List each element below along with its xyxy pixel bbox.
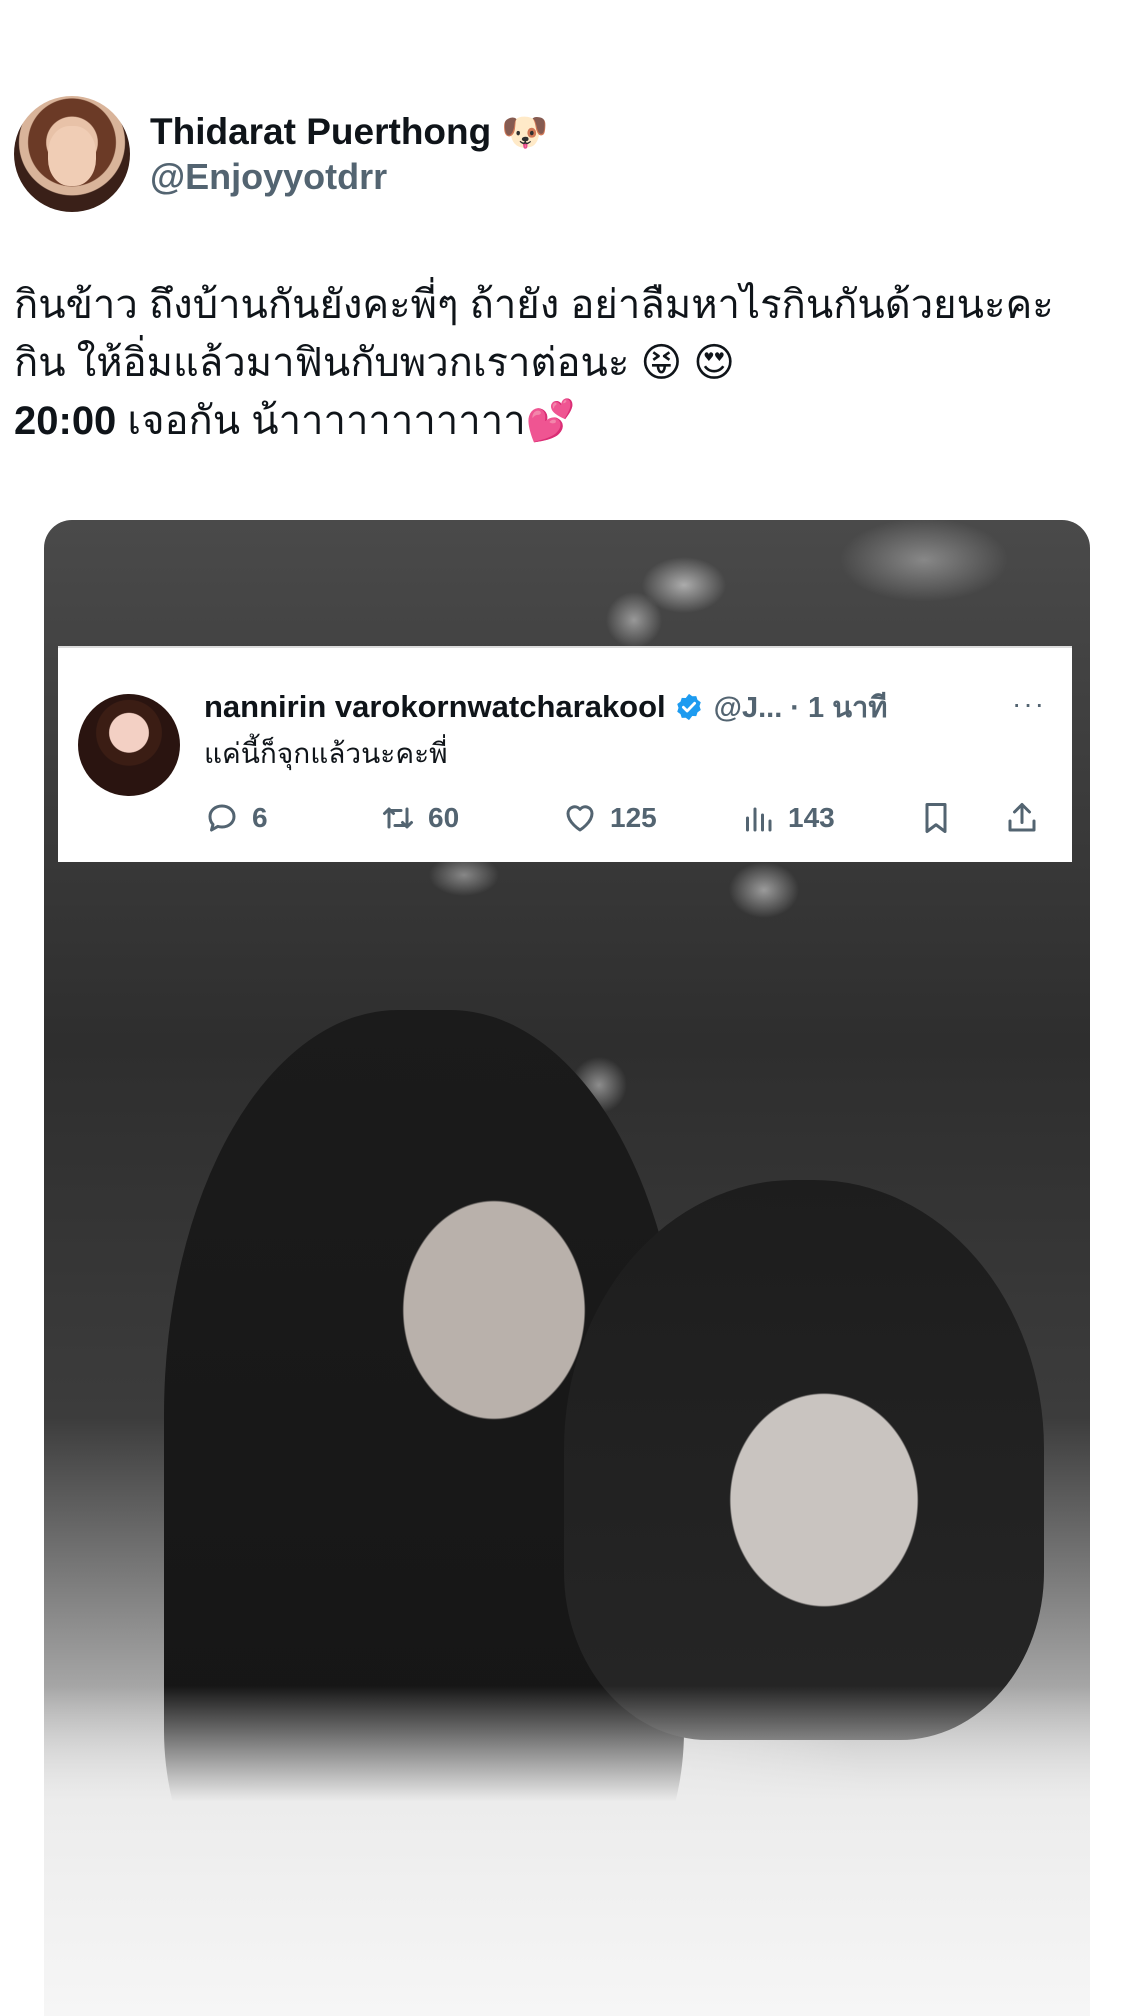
tweet-line-3: 20:00 เจอกัน น้าาาาาาาาาาา💕 <box>14 392 1124 450</box>
reply-icon <box>208 804 236 832</box>
photo-person-right <box>564 1180 1044 1740</box>
tweet-time-text: 20:00 <box>14 399 117 443</box>
reply-count: 6 <box>252 802 268 833</box>
views-action: 143 <box>740 800 835 836</box>
tweet-line-2: กิน ให้อิ่มแล้วมาฟินกับพวกเราต่อนะ 😝 😍 <box>14 334 1124 392</box>
squinting-tongue-emoji-icon: 😝 <box>640 340 683 386</box>
verified-badge-icon <box>676 693 701 721</box>
tweet-line-1: กินข้าว ถึงบ้านกันยังคะพี่ๆ ถ้ายัง อย่าล… <box>14 283 1054 327</box>
two-hearts-emoji-icon: 💕 <box>525 398 576 444</box>
share-action <box>1004 800 1052 836</box>
reply-action: 6 <box>204 800 268 836</box>
views-bar-chart-icon <box>746 807 772 832</box>
retweet-icon <box>383 807 413 829</box>
tweet-line-3-text: เจอกัน น้าาาาาาาาาาา <box>116 399 526 443</box>
photo-bedding <box>44 1686 1090 2016</box>
views-count: 143 <box>788 802 835 833</box>
like-action: 125 <box>562 800 657 836</box>
share-upload-icon <box>1008 803 1036 832</box>
dog-emoji-icon: 🐶 <box>501 110 549 154</box>
like-count: 125 <box>610 802 657 833</box>
tweet-media-image[interactable]: nannirin varokornwatcharakool @J... · 1 … <box>44 520 1090 2016</box>
author-display-name[interactable]: Thidarat Puerthong 🐶 <box>150 109 549 155</box>
quoted-header: nannirin varokornwatcharakool @J... · 1 … <box>204 684 887 730</box>
quoted-text: แค่นี้ก็จุกแล้วนะคะพี่ <box>204 738 448 769</box>
author-names: Thidarat Puerthong 🐶 @Enjoyyotdrr <box>150 109 549 199</box>
tweet-body: กินข้าว ถึงบ้านกันยังคะพี่ๆ ถ้ายัง อย่าล… <box>14 276 1124 450</box>
quoted-avatar <box>78 694 180 796</box>
more-options-icon: ··· <box>1012 688 1046 719</box>
tweet-line-2-text: กิน ให้อิ่มแล้วมาฟินกับพวกเราต่อนะ <box>14 341 630 385</box>
quoted-name: nannirin varokornwatcharakool <box>204 689 666 724</box>
author-handle[interactable]: @Enjoyyotdrr <box>150 155 549 199</box>
screenshot-page: Thidarat Puerthong 🐶 @Enjoyyotdrr กินข้า… <box>0 0 1134 2016</box>
bookmark-action <box>918 800 966 836</box>
heart-eyes-emoji-icon: 😍 <box>693 340 735 386</box>
retweet-action: 60 <box>380 800 459 836</box>
bookmark-icon <box>925 803 947 833</box>
embedded-tweet-card: nannirin varokornwatcharakool @J... · 1 … <box>58 646 1072 862</box>
quoted-handle-time: @J... · 1 นาที <box>713 692 888 724</box>
quoted-action-bar: 6 60 125 143 <box>204 798 1044 838</box>
author-name-text: Thidarat Puerthong <box>150 111 492 152</box>
retweet-count: 60 <box>428 802 460 833</box>
tweet-author[interactable]: Thidarat Puerthong 🐶 @Enjoyyotdrr <box>14 96 549 212</box>
author-avatar[interactable] <box>14 96 130 212</box>
heart-icon <box>566 805 594 832</box>
